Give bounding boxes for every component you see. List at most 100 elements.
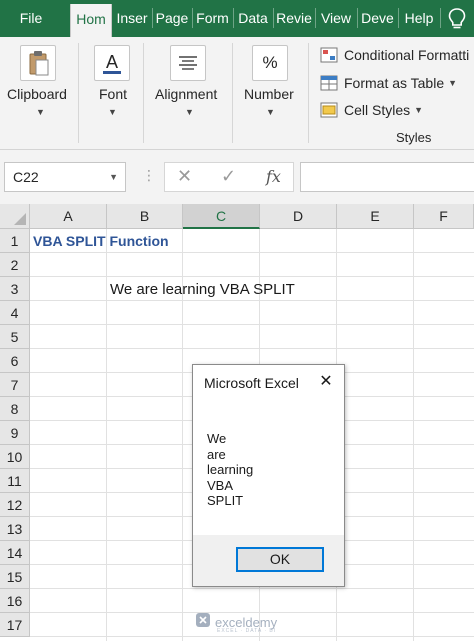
gridline <box>30 348 474 349</box>
svg-text:A: A <box>106 52 118 72</box>
gridline <box>30 300 474 301</box>
row-header[interactable]: 16 <box>0 589 30 613</box>
message-line: learning <box>207 462 254 478</box>
ok-button[interactable]: OK <box>236 547 324 572</box>
gridline <box>30 252 474 253</box>
chevron-down-icon: ▼ <box>266 107 275 117</box>
alignment-group[interactable]: Alignment ▼ <box>144 37 232 150</box>
message-line: VBA <box>207 477 234 493</box>
column-header-b[interactable]: B <box>107 204 183 229</box>
grip-icon[interactable]: ⋮ <box>142 167 156 184</box>
row-header[interactable]: 13 <box>0 517 30 541</box>
tab-insert[interactable]: Inser <box>114 0 150 37</box>
tab-help[interactable]: Help <box>400 0 438 37</box>
row-header[interactable]: 2 <box>0 253 30 277</box>
tab-separator <box>440 8 441 28</box>
insert-function-icon[interactable]: fx <box>266 167 281 186</box>
format-as-table-icon <box>320 75 338 91</box>
conditional-formatting-button[interactable]: Conditional Formatti <box>320 43 469 67</box>
clipboard-group[interactable]: Clipboard ▼ <box>0 37 78 150</box>
number-group[interactable]: % Number ▼ <box>233 37 307 150</box>
conditional-formatting-label: Conditional Formatti <box>344 47 470 63</box>
cell-styles-label: Cell Styles <box>344 102 411 118</box>
dialog-footer: OK <box>193 535 344 586</box>
chevron-down-icon: ▼ <box>185 107 194 117</box>
ribbon-body: Clipboard ▼ A Font ▼ Alignment ▼ % Numbe… <box>0 37 474 150</box>
font-group[interactable]: A Font ▼ <box>79 37 143 150</box>
row-header[interactable]: 8 <box>0 397 30 421</box>
tab-separator <box>273 8 274 28</box>
row-header[interactable]: 17 <box>0 613 30 637</box>
cell-styles-icon <box>320 102 338 118</box>
column-header-c[interactable]: C <box>183 204 260 229</box>
tab-separator <box>398 8 399 28</box>
row-header[interactable]: 12 <box>0 493 30 517</box>
formula-input[interactable] <box>300 162 474 192</box>
tab-separator <box>315 8 316 28</box>
name-box-value: C22 <box>13 169 39 185</box>
select-all-icon <box>14 213 26 225</box>
watermark: exceldemy EXCEL · DATA · BI <box>195 612 277 634</box>
row-header[interactable]: 3 <box>0 277 30 301</box>
dialog-message: We are learning VBA SPLIT <box>207 431 253 509</box>
tab-separator <box>357 8 358 28</box>
close-icon[interactable]: ✕ <box>315 371 337 393</box>
row-header[interactable]: 10 <box>0 445 30 469</box>
cell-a1[interactable]: VBA SPLIT Function <box>33 233 169 249</box>
message-line: are <box>207 446 226 462</box>
format-as-table-button[interactable]: Format as Table ▼ <box>320 71 457 95</box>
lightbulb-icon[interactable] <box>446 7 468 31</box>
enter-icon[interactable]: ✓ <box>221 166 236 187</box>
conditional-formatting-icon <box>320 47 338 63</box>
cell-styles-button[interactable]: Cell Styles ▼ <box>320 98 423 122</box>
tab-file[interactable]: File <box>0 0 62 37</box>
tab-data[interactable]: Data <box>235 0 271 37</box>
gridline <box>30 588 474 589</box>
row-header[interactable]: 9 <box>0 421 30 445</box>
row-header[interactable]: 4 <box>0 301 30 325</box>
row-header[interactable]: 14 <box>0 541 30 565</box>
column-header-d[interactable]: D <box>260 204 337 229</box>
gridline <box>30 276 474 277</box>
tab-review[interactable]: Revie <box>275 0 313 37</box>
font-color-icon: A <box>94 45 130 81</box>
row-header[interactable]: 7 <box>0 373 30 397</box>
gridline <box>30 324 474 325</box>
percent-icon: % <box>252 45 288 81</box>
dialog-title: Microsoft Excel <box>204 375 299 391</box>
row-header[interactable]: 11 <box>0 469 30 493</box>
chevron-down-icon: ▼ <box>36 107 45 117</box>
message-line: SPLIT <box>207 493 244 509</box>
row-header[interactable]: 1 <box>0 229 30 253</box>
column-header-e[interactable]: E <box>337 204 414 229</box>
chevron-down-icon: ▼ <box>414 105 424 115</box>
exceldemy-logo-icon <box>195 612 211 633</box>
ribbon-tab-bar: File Hom Inser Page Form Data Revie View… <box>0 0 474 37</box>
tab-developer[interactable]: Deve <box>359 0 396 37</box>
column-header-a[interactable]: A <box>30 204 107 229</box>
tab-home[interactable]: Hom <box>70 4 112 37</box>
column-header-f[interactable]: F <box>414 204 474 229</box>
tab-view[interactable]: View <box>317 0 355 37</box>
row-header[interactable]: 6 <box>0 349 30 373</box>
select-all-button[interactable] <box>0 204 30 229</box>
chevron-down-icon: ▼ <box>108 107 117 117</box>
number-label: Number <box>244 86 294 102</box>
message-box-dialog: Microsoft Excel ✕ We are learning VBA SP… <box>192 364 345 587</box>
name-box[interactable]: C22 ▼ <box>4 162 126 192</box>
formula-bar: C22 ▼ ⋮ ✕ ✓ fx <box>0 150 474 204</box>
tab-separator <box>192 8 193 28</box>
cell-b3[interactable]: We are learning VBA SPLIT <box>110 281 295 298</box>
row-header[interactable]: 5 <box>0 325 30 349</box>
gridline <box>106 229 107 641</box>
tab-page-layout[interactable]: Page <box>154 0 190 37</box>
paste-icon <box>20 45 56 81</box>
cancel-icon[interactable]: ✕ <box>177 166 192 187</box>
message-line: We <box>207 431 227 446</box>
tab-separator <box>152 8 153 28</box>
align-icon <box>170 45 206 81</box>
tab-formulas[interactable]: Form <box>194 0 231 37</box>
gridline <box>413 229 414 641</box>
row-header[interactable]: 15 <box>0 565 30 589</box>
chevron-down-icon[interactable]: ▼ <box>109 172 118 182</box>
